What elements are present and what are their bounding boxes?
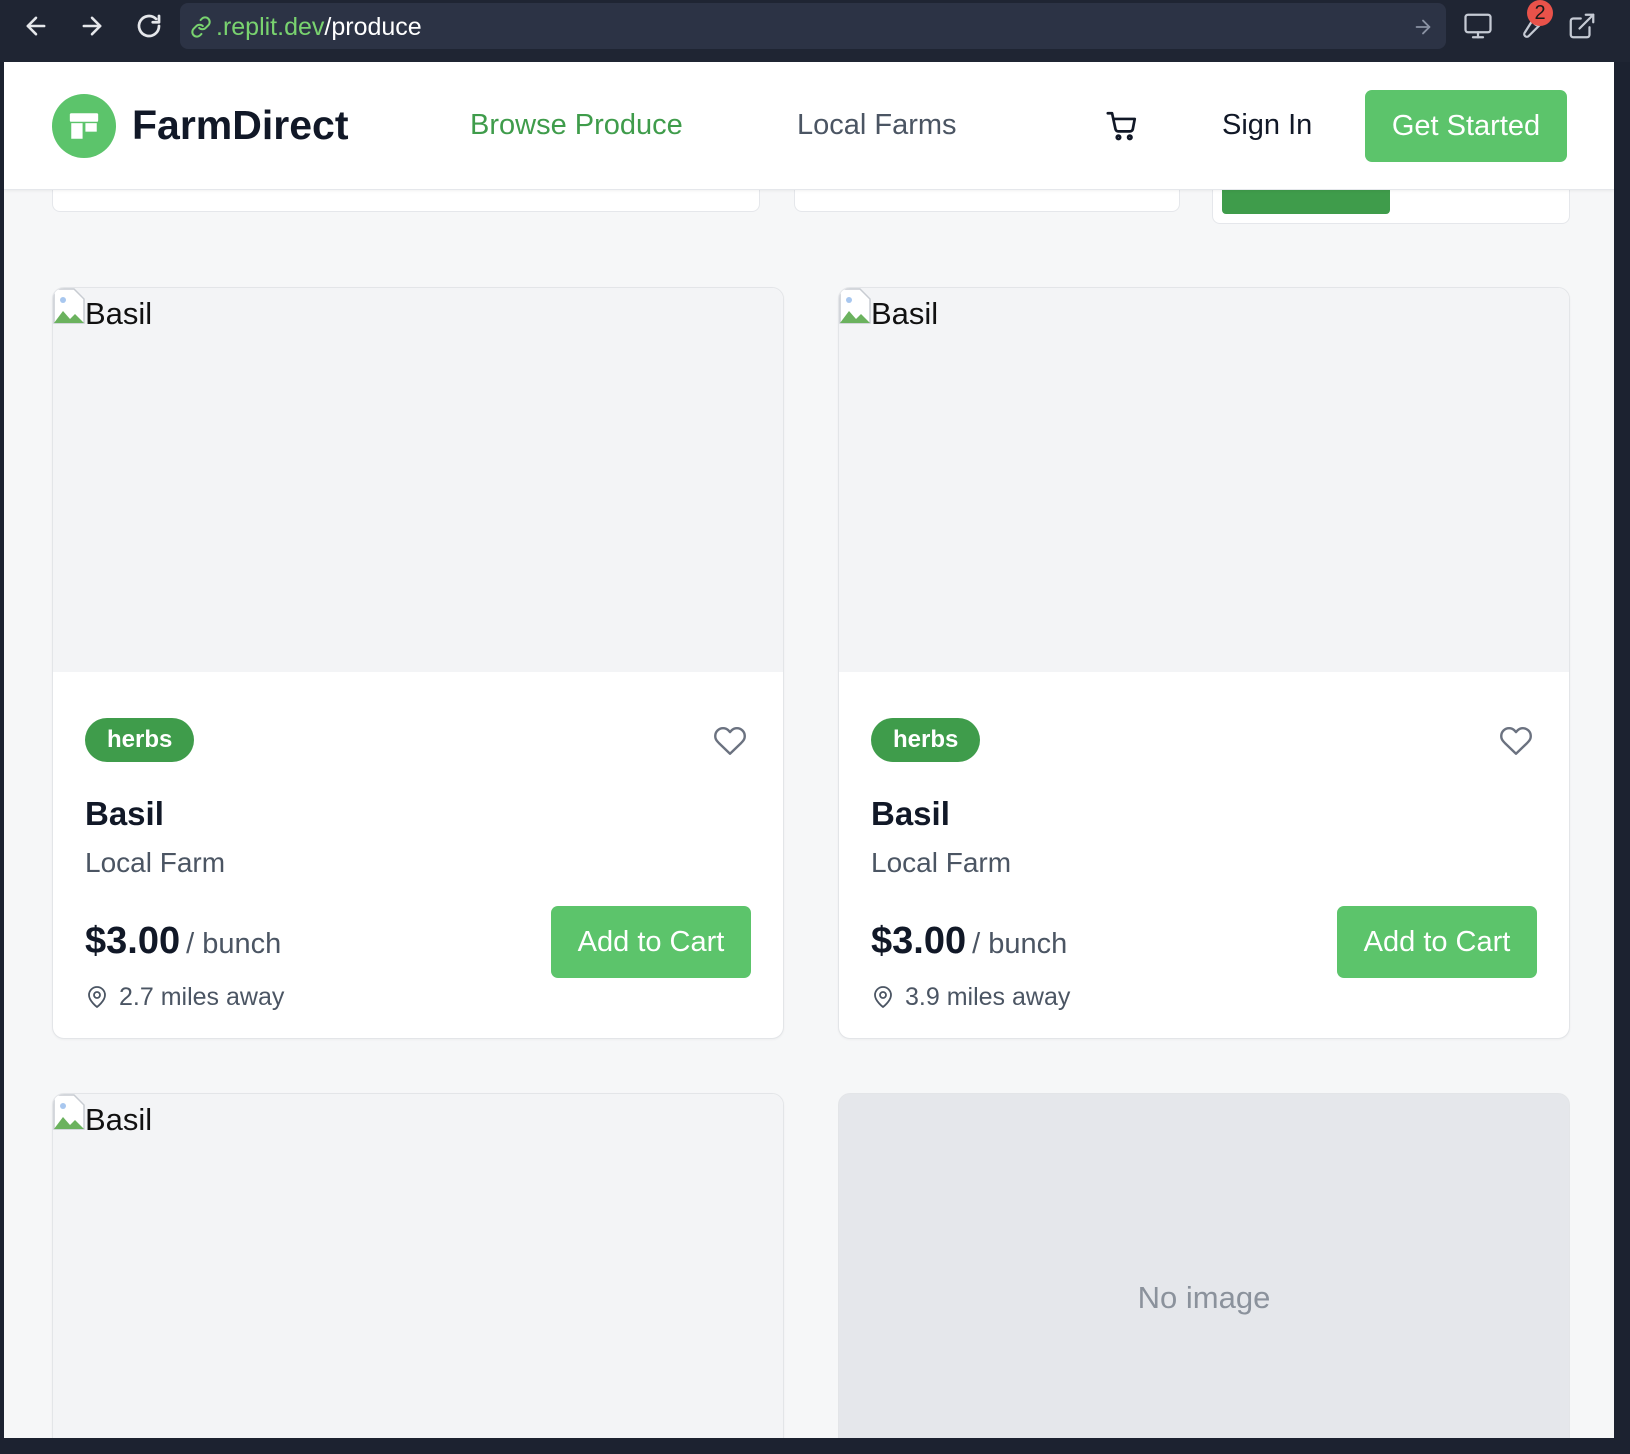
get-started-button[interactable]: Get Started [1365,90,1567,162]
broken-image-icon [839,288,871,324]
sign-in-link[interactable]: Sign In [1222,106,1312,144]
external-link-icon[interactable] [1564,8,1600,44]
heart-icon[interactable] [713,724,747,758]
broken-image: Basil [53,288,152,332]
product-name: Basil [871,795,950,832]
back-arrow-icon[interactable] [18,8,54,44]
distance-row: 3.9 miles away [871,982,1070,1012]
broken-image: Basil [839,288,938,332]
category-badge: herbs [85,718,195,762]
app-header: FarmDirect Browse Produce Local Farms Si… [4,62,1614,190]
product-image[interactable]: Basil [53,288,783,672]
map-pin-icon [874,986,892,1008]
window-edge [1614,62,1630,1454]
category-badge: herbs [871,718,981,762]
add-to-cart-button[interactable]: Add to Cart [551,906,751,978]
add-to-cart-button[interactable]: Add to Cart [1337,906,1537,978]
product-price: $3.00 [871,920,967,962]
reload-icon[interactable] [131,8,167,44]
address-bar[interactable]: .replit.dev/produce [180,3,1446,49]
distance-row: 2.7 miles away [85,982,284,1012]
farm-name: Local Farm [85,847,226,878]
farm-name: Local Farm [871,847,1012,878]
nav-local-farms[interactable]: Local Farms [797,106,957,144]
no-image-text: No image [1137,1280,1271,1315]
product-card: Basil herbs Basil Local Farm $3.00/ bunc… [52,287,784,1039]
price-unit: / bunch [972,928,1068,960]
product-card: Basil herbs Basil Local Farm $3.00/ bunc… [838,287,1570,1039]
broken-image-icon [53,1094,85,1130]
notification-badge: 2 [1527,0,1553,26]
storefront-logo-icon[interactable] [52,94,116,158]
browser-toolbar: .replit.dev/produce 2 [0,0,1630,62]
distance-text: 2.7 miles away [119,983,285,1011]
product-image[interactable]: Basil [839,288,1569,672]
product-image[interactable]: Basil [53,1094,783,1438]
map-pin-icon [88,986,106,1008]
product-price: $3.00 [85,920,181,962]
brand-name[interactable]: FarmDirect [132,100,348,150]
link-icon [190,16,212,43]
nav-browse-produce[interactable]: Browse Produce [470,106,683,144]
monitor-icon[interactable] [1460,8,1496,44]
window-edge [0,1438,1630,1454]
forward-arrow-icon[interactable] [74,8,110,44]
broken-image: Basil [53,1094,152,1138]
price-row: $3.00/ bunch [871,920,1067,963]
price-row: $3.00/ bunch [85,920,281,963]
go-arrow-icon[interactable] [1412,16,1434,43]
price-unit: / bunch [186,928,282,960]
product-card: Basil [52,1093,784,1438]
heart-icon[interactable] [1499,724,1533,758]
product-image-placeholder[interactable]: No image [838,1093,1570,1438]
url-text: .replit.dev/produce [216,13,422,41]
broken-image-icon [53,288,85,324]
page-viewport: FarmDirect Browse Produce Local Farms Si… [4,62,1614,1438]
product-name: Basil [85,795,164,832]
distance-text: 3.9 miles away [905,983,1071,1011]
cart-icon[interactable] [1102,106,1142,146]
